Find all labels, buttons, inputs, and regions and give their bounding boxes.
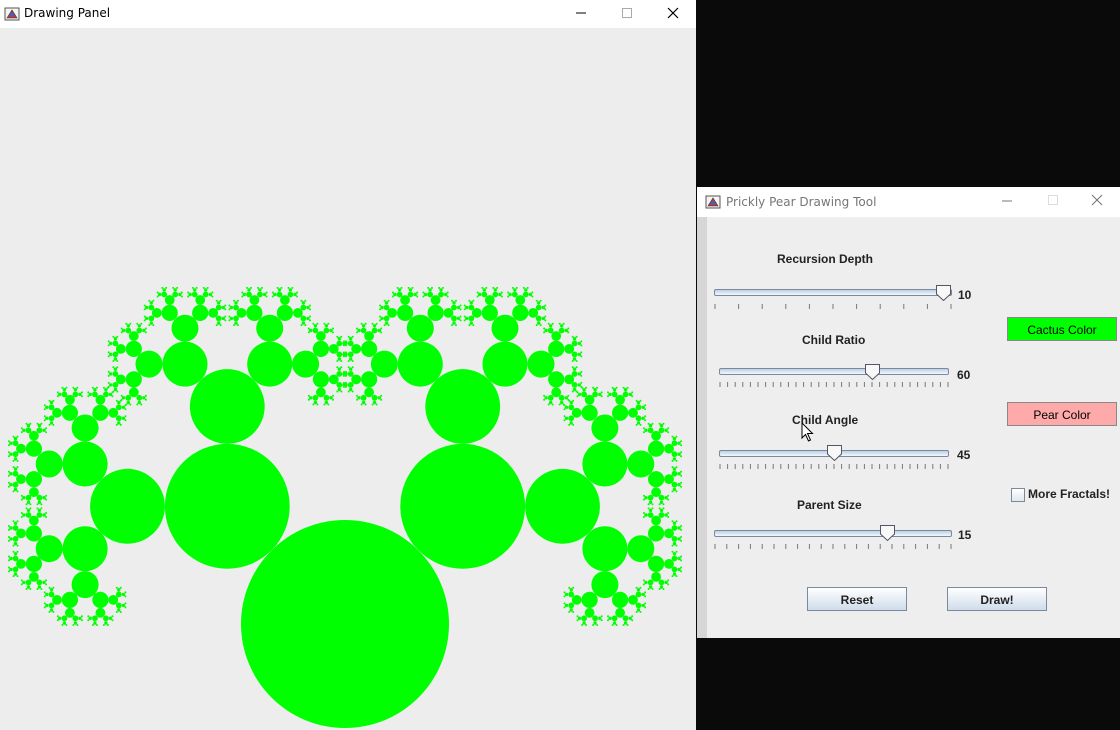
drawing-panel-window: Drawing Panel [0,0,696,730]
minimize-icon [576,12,586,14]
child-angle-value: 45 [957,448,971,462]
child-angle-thumb[interactable] [827,445,842,461]
maximize-button[interactable] [1030,187,1076,215]
minimize-icon [1002,200,1012,202]
java-app-icon [4,7,20,21]
minimize-button[interactable] [558,0,604,28]
recursion-depth-value: 10 [958,288,972,302]
child-ratio-value: 60 [957,368,971,382]
java-app-icon [705,195,721,209]
mouse-cursor-icon [801,422,814,442]
recursion-depth-label: Recursion Depth [777,252,874,266]
parent-size-label: Parent Size [797,498,862,512]
close-button[interactable] [1074,187,1120,215]
reset-button[interactable]: Reset [807,587,907,611]
parent-size-slider[interactable] [714,530,952,537]
maximize-button[interactable] [604,0,650,28]
more-fractals-checkbox[interactable] [1011,488,1025,502]
drawing-tool-titlebar[interactable]: Prickly Pear Drawing Tool [697,187,1120,217]
child-ratio-slider[interactable] [719,368,949,375]
more-fractals-label[interactable]: More Fractals! [1028,487,1110,501]
window-title: Drawing Panel [24,6,111,20]
cactus-color-button[interactable]: Cactus Color [1007,317,1117,341]
close-button[interactable] [650,0,696,28]
child-ratio-label: Child Ratio [802,333,866,347]
drawing-tool-window: Prickly Pear Drawing Tool Recursion Dept… [697,187,1120,638]
parent-size-thumb[interactable] [880,525,895,541]
recursion-depth-ticks [714,304,952,309]
window-title: Prickly Pear Drawing Tool [726,195,877,209]
maximize-icon [622,8,632,18]
left-border-strip [697,217,707,638]
maximize-icon [1048,195,1058,205]
minimize-button[interactable] [984,187,1030,215]
drawing-panel-titlebar[interactable]: Drawing Panel [0,0,696,28]
fractal-canvas [7,286,683,728]
parent-size-value: 15 [958,528,972,542]
child-ratio-ticks [719,382,949,387]
draw-button[interactable]: Draw! [947,587,1047,611]
recursion-depth-thumb[interactable] [936,285,951,301]
close-icon [1091,194,1103,206]
child-ratio-thumb[interactable] [865,364,880,380]
pear-color-button[interactable]: Pear Color [1007,402,1117,426]
close-icon [667,7,679,19]
parent-size-ticks [714,544,952,549]
child-angle-ticks [719,464,949,469]
recursion-depth-slider[interactable] [714,289,952,296]
